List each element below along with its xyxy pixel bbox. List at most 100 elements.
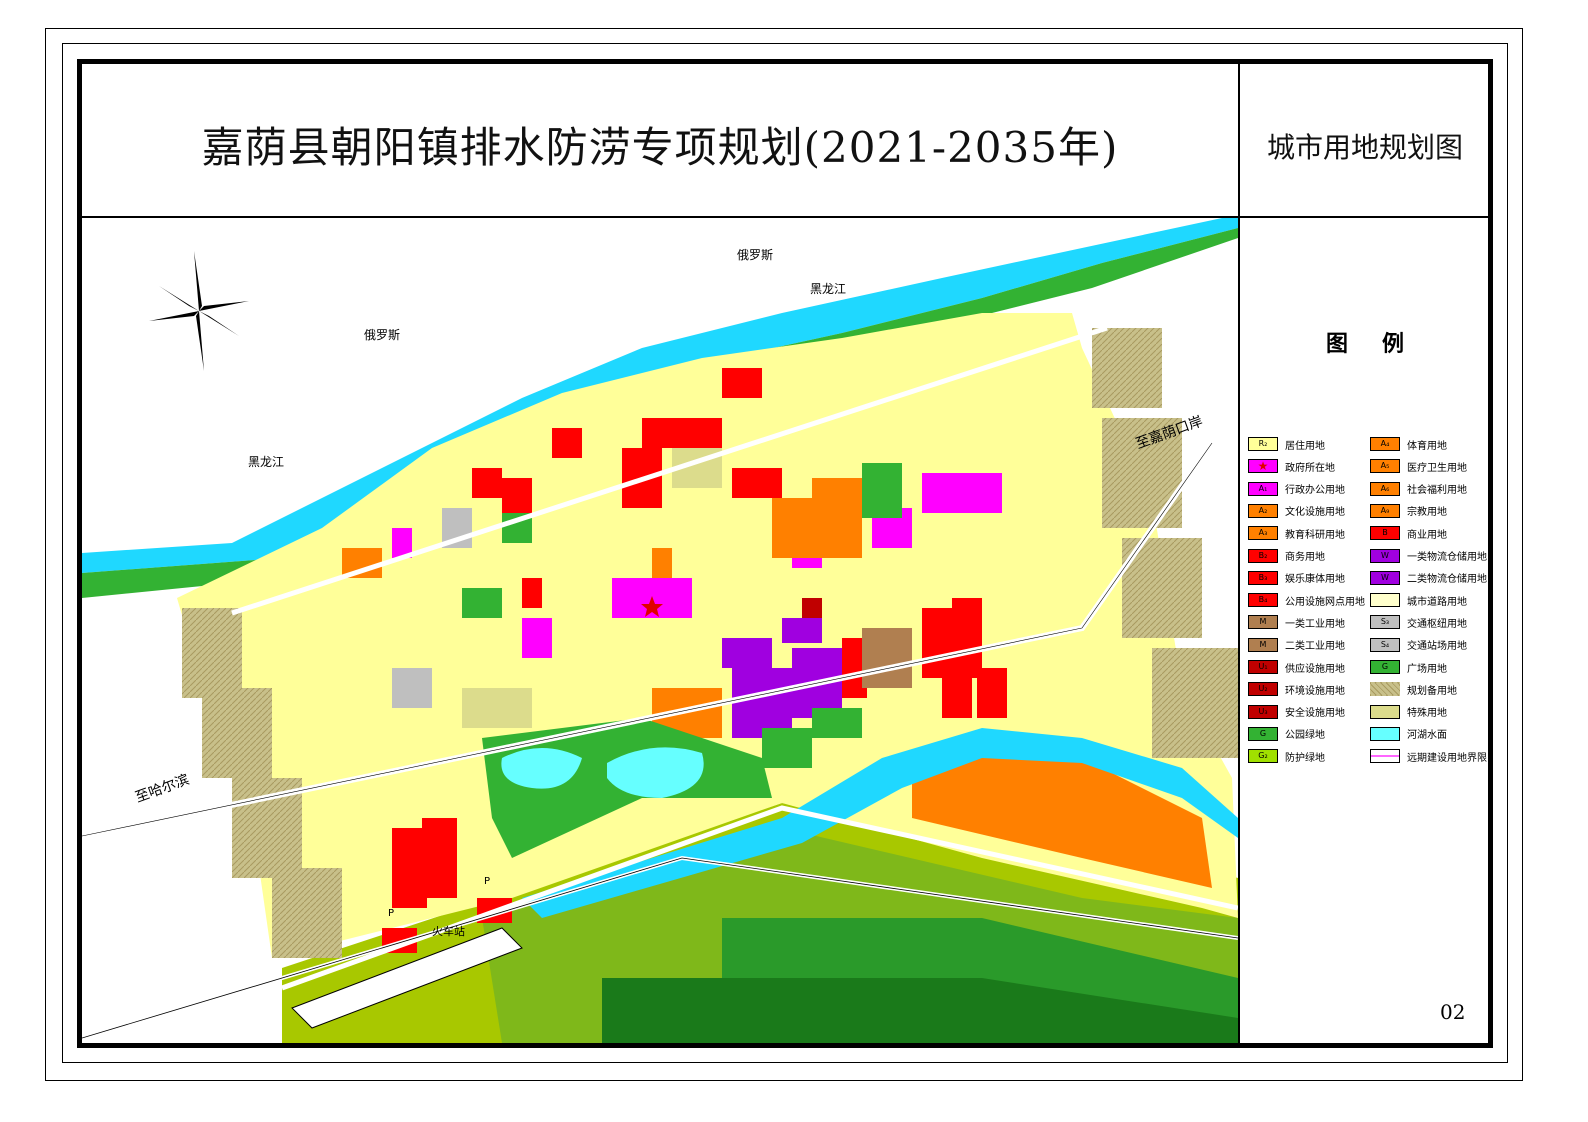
commercial-land [392, 828, 427, 908]
commercial-land [722, 368, 762, 398]
legend-item: W 一类物流仓储用地 [1370, 548, 1487, 564]
commercial-land [642, 418, 722, 448]
legend-item: A₅ 医疗卫生用地 [1370, 458, 1467, 474]
legend-swatch: U₁ [1248, 660, 1278, 674]
label-parking: P [388, 908, 395, 919]
legend-item: U₁ 供应设施用地 [1248, 659, 1345, 675]
legend-label: 体育用地 [1407, 440, 1447, 452]
legend-swatch: B [1370, 526, 1400, 541]
legend-swatch: S₄ [1370, 637, 1400, 652]
legend-label: 供应设施用地 [1285, 663, 1345, 675]
legend-swatch: A₄ [1370, 437, 1400, 451]
legend-label: 医疗卫生用地 [1407, 462, 1467, 474]
legend-label: 居住用地 [1285, 440, 1325, 452]
legend-item: B₃ 娱乐康体用地 [1248, 570, 1345, 586]
legend-label: 行政办公用地 [1285, 485, 1345, 497]
legend-item: A₆ 社会福利用地 [1370, 481, 1467, 497]
label-russia: 俄罗斯 [364, 328, 401, 342]
legend-label: 安全设施用地 [1285, 708, 1345, 720]
legend-item: S₃ 交通枢纽用地 [1370, 614, 1467, 630]
legend-label: 公用设施网点用地 [1285, 596, 1365, 608]
legend-swatch [1370, 593, 1400, 608]
legend-swatch: G [1370, 660, 1400, 674]
legend-item: U₃ 安全设施用地 [1248, 704, 1345, 720]
legend-item: M 一类工业用地 [1248, 614, 1345, 630]
legend-label: 城市道路用地 [1407, 596, 1467, 608]
legend-item: 城市道路用地 [1370, 592, 1467, 608]
legend-label: 政府所在地 [1285, 462, 1335, 474]
legend-swatch: G [1248, 726, 1278, 741]
legend-swatch: A₉ [1370, 503, 1400, 518]
reserve-land [182, 608, 242, 698]
commercial-land [472, 468, 502, 498]
legend-label: 二类工业用地 [1285, 641, 1345, 653]
legend-item: A₁ 行政办公用地 [1248, 481, 1345, 497]
special-land [462, 688, 532, 728]
utility-land [802, 598, 822, 618]
culture-education-land [652, 548, 672, 578]
legend-swatch: B₂ [1248, 548, 1278, 563]
warehouse-land [732, 668, 792, 738]
park-green [762, 728, 812, 768]
commercial-land [942, 678, 972, 718]
legend-item: G 公园绿地 [1248, 726, 1325, 742]
legend-item: B 商业用地 [1370, 525, 1447, 541]
legend-swatch: B₃ [1248, 570, 1278, 585]
legend-item: 规划备用地 [1370, 681, 1457, 697]
legend-item: G 广场用地 [1370, 659, 1447, 675]
park-green [812, 708, 862, 738]
legend-item: B₄ 公用设施网点用地 [1248, 592, 1365, 608]
title-panel: 嘉荫县朝阳镇排水防涝专项规划(2021-2035年) [82, 64, 1238, 218]
legend-item: 河湖水面 [1370, 726, 1447, 742]
legend-item: A₄ 体育用地 [1370, 436, 1447, 452]
legend-label: 防护绿地 [1285, 752, 1325, 764]
label-train-station: 火车站 [432, 925, 465, 938]
land-use-map: 俄罗斯 俄罗斯 黑龙江 黑龙江 至嘉荫口岸 至哈尔滨 火车站 P P [82, 218, 1238, 1043]
legend-swatch: A₅ [1370, 459, 1400, 474]
culture-education-land [812, 478, 862, 558]
legend-swatch: A₂ [1248, 503, 1278, 518]
legend-item: 特殊用地 [1370, 704, 1447, 720]
subtitle-divider [1240, 216, 1490, 218]
industrial-land [862, 628, 912, 688]
legend-swatch: U₂ [1248, 682, 1278, 697]
legend-heading: 图例 [1325, 331, 1438, 357]
legend-swatch [1370, 726, 1400, 741]
legend-label: 广场用地 [1407, 663, 1447, 675]
legend-label: 一类物流仓储用地 [1407, 552, 1487, 563]
commercial-land [977, 668, 1007, 718]
legend-label: 一类工业用地 [1285, 618, 1345, 630]
transport-land [392, 668, 432, 708]
legend-item: U₂ 环境设施用地 [1248, 681, 1345, 697]
legend-label: 远期建设用地界限 [1407, 752, 1487, 764]
legend-swatch: ★ [1248, 459, 1278, 474]
legend-swatch: W [1370, 570, 1400, 585]
map-title: 嘉荫县朝阳镇排水防涝专项规划(2021-2035年) [201, 123, 1119, 172]
legend-item: A₂ 文化设施用地 [1248, 503, 1345, 519]
legend-label: 教育科研用地 [1285, 529, 1345, 541]
legend-label: 环境设施用地 [1285, 685, 1345, 697]
legend-item: A₉ 宗教用地 [1370, 503, 1447, 519]
reserve-land [202, 688, 272, 778]
legend-item: B₂ 商务用地 [1248, 548, 1325, 564]
legend-item: S₄ 交通站场用地 [1370, 637, 1467, 653]
commercial-land [422, 818, 457, 898]
reserve-land [1092, 328, 1162, 408]
legend-swatch: B₄ [1248, 593, 1278, 608]
legend-item: A₃ 教育科研用地 [1248, 525, 1345, 541]
legend-swatch: A₁ [1248, 481, 1278, 496]
map-canvas [82, 218, 1238, 1043]
legend-item: R₂ 居住用地 [1248, 436, 1325, 452]
legend-label: 文化设施用地 [1285, 507, 1345, 519]
commercial-land [732, 468, 782, 498]
culture-education-land [772, 498, 812, 558]
legend-item: M 二类工业用地 [1248, 637, 1345, 653]
legend-swatch: A₆ [1370, 481, 1400, 496]
legend-label: 特殊用地 [1407, 708, 1447, 720]
legend-swatch: R₂ [1248, 437, 1278, 451]
legend-swatch: M [1248, 637, 1278, 652]
park-green [862, 463, 902, 518]
legend-swatch: A₃ [1248, 526, 1278, 541]
legend-label: 娱乐康体用地 [1285, 574, 1345, 586]
legend-swatch [1370, 682, 1400, 697]
